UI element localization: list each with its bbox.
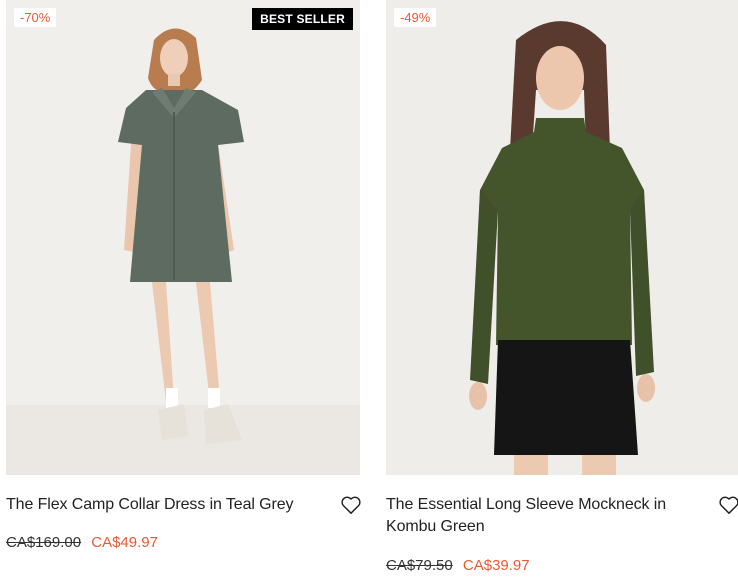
heart-icon[interactable] bbox=[340, 495, 362, 515]
product-title[interactable]: The Essential Long Sleeve Mockneck in Ko… bbox=[386, 494, 706, 538]
product-image[interactable]: -70% BEST SELLER bbox=[6, 0, 360, 475]
product-image[interactable]: -49% bbox=[386, 0, 738, 475]
product-title[interactable]: The Flex Camp Collar Dress in Teal Grey bbox=[6, 494, 316, 516]
best-seller-badge: BEST SELLER bbox=[252, 8, 353, 30]
product-card[interactable]: -70% BEST SELLER The Flex Camp Collar Dr… bbox=[6, 0, 361, 551]
mockneck-model-image bbox=[469, 21, 655, 475]
price-row: CA$169.00 CA$49.97 bbox=[6, 534, 158, 551]
discount-badge: -70% bbox=[14, 8, 57, 27]
sale-price: CA$39.97 bbox=[462, 557, 530, 574]
original-price: CA$79.50 bbox=[386, 557, 453, 574]
sale-price: CA$49.97 bbox=[91, 534, 158, 551]
product-card[interactable]: -49% The Essential Long Sleeve Mockneck … bbox=[386, 0, 738, 574]
discount-badge: -49% bbox=[394, 8, 437, 27]
price-row: CA$79.50 CA$39.97 bbox=[386, 557, 530, 574]
heart-icon[interactable] bbox=[718, 495, 738, 515]
dress-model-image bbox=[118, 28, 244, 444]
original-price: CA$169.00 bbox=[6, 534, 82, 551]
